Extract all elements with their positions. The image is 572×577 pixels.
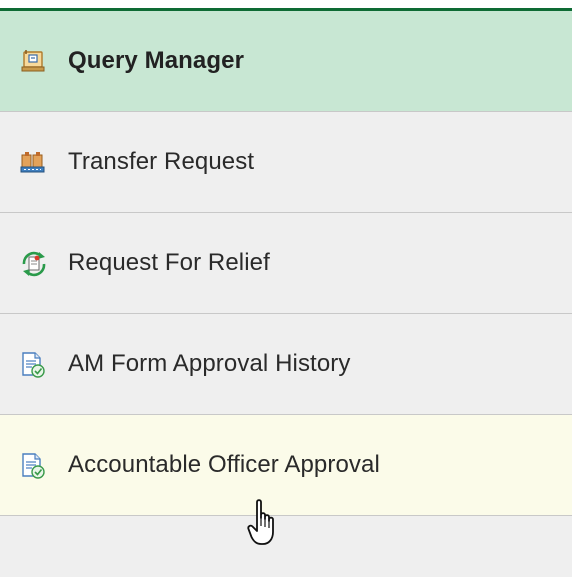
query-manager-icon	[20, 48, 46, 74]
refresh-document-icon	[20, 250, 46, 277]
menu-item-request-for-relief[interactable]: Request For Relief	[0, 213, 572, 314]
document-approval-icon	[20, 452, 46, 479]
menu-item-label: AM Form Approval History	[68, 350, 351, 377]
document-approval-icon	[20, 351, 46, 378]
menu-item-label: Transfer Request	[68, 148, 255, 175]
menu-item-transfer-request[interactable]: Transfer Request	[0, 112, 572, 213]
hand-pointer-cursor-icon	[247, 499, 274, 545]
menu-item-label: Query Manager	[68, 47, 245, 74]
side-menu: Query Manager Transfer Request Request F…	[0, 0, 572, 577]
menu-item-label: Accountable Officer Approval	[68, 451, 380, 478]
menu-item-label: Request For Relief	[68, 249, 270, 276]
menu-item-am-form-approval-history[interactable]: AM Form Approval History	[0, 314, 572, 415]
menu-top-accent-bar	[0, 0, 572, 11]
transfer-request-icon	[20, 149, 46, 175]
menu-item-accountable-officer-approval[interactable]: Accountable Officer Approval	[0, 415, 572, 516]
menu-item-query-manager[interactable]: Query Manager	[0, 11, 572, 112]
